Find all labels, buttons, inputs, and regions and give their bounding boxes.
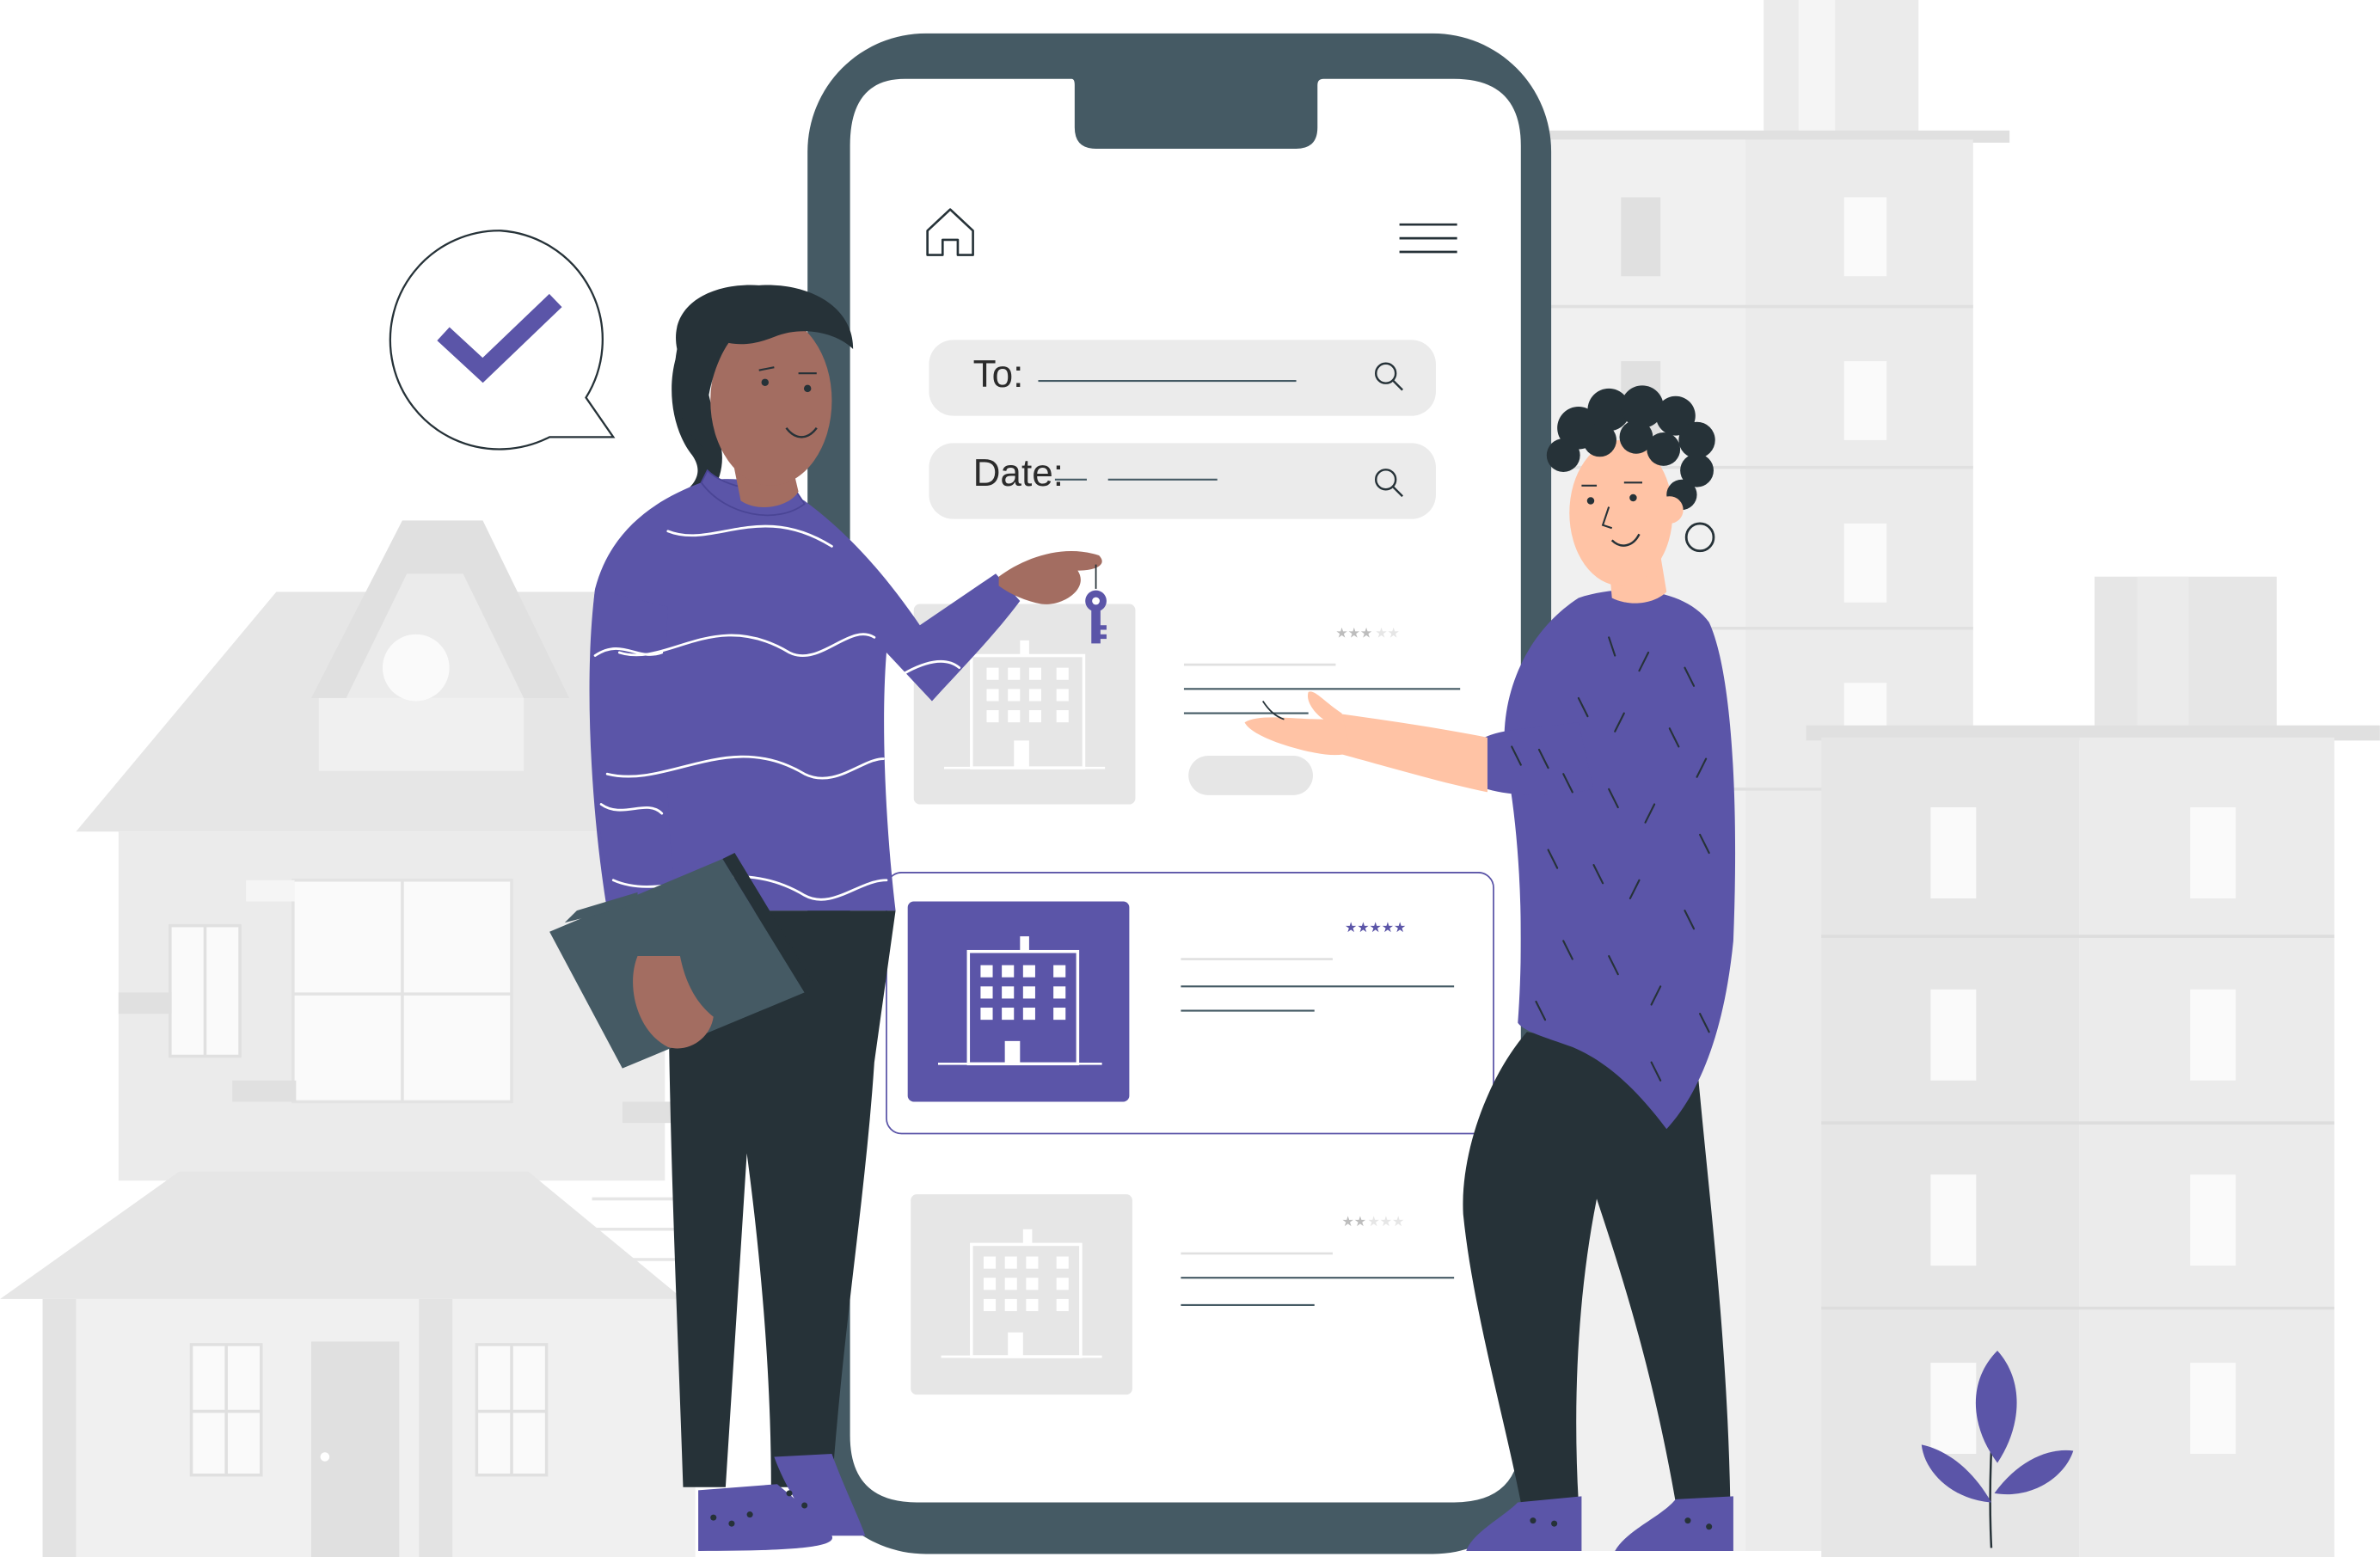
listing-button[interactable] [1188,756,1313,795]
date-field-label: Date: [973,452,1064,494]
destination-field[interactable]: To: [929,340,1436,416]
svg-text:★★★: ★★★ [1335,626,1372,641]
svg-text:★★★: ★★★ [1368,1215,1405,1229]
svg-text:★★: ★★ [1375,626,1399,641]
rating-stars: ★★★ ★★ [1335,626,1399,641]
rating-stars: ★★★★★ [1345,921,1406,935]
svg-text:★★: ★★ [1342,1215,1366,1229]
confirmation-bubble [389,230,616,451]
destination-field-label: To: [973,353,1024,395]
date-field[interactable]: Date: [929,443,1436,519]
phone: To: Date: ★★★ ★★ ★★★★★ ★★ ★★★ [807,33,1552,1554]
rating-stars: ★★ ★★★ [1342,1215,1405,1229]
illustration-scene: To: Date: ★★★ ★★ ★★★★★ ★★ ★★★ [0,0,2380,1557]
listing-card-selected[interactable]: ★★★★★ [886,872,1494,1135]
